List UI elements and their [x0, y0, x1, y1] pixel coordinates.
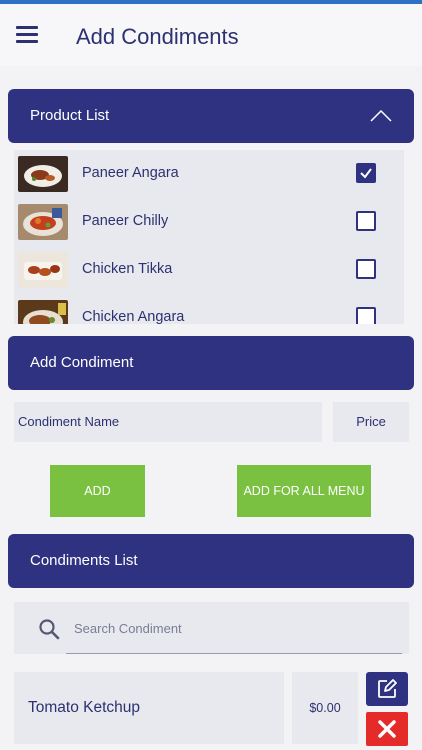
chevron-up-icon[interactable]: [370, 110, 392, 122]
close-icon: [378, 720, 396, 738]
search-icon: [39, 619, 60, 640]
product-name: Paneer Chilly: [82, 213, 169, 229]
condiment-name-input[interactable]: Condiment Name: [14, 402, 322, 442]
search-bar[interactable]: Search Condiment: [14, 602, 409, 654]
product-row[interactable]: Chicken Angara: [14, 294, 404, 324]
product-checkbox[interactable]: [356, 163, 376, 183]
condiment-name: Tomato Ketchup: [14, 672, 284, 744]
product-row[interactable]: Chicken Tikka: [14, 246, 404, 294]
checkmark-icon: [360, 168, 372, 179]
product-name: Chicken Tikka: [82, 261, 173, 277]
condiment-name-placeholder: Condiment Name: [18, 414, 120, 429]
search-input[interactable]: Search Condiment: [74, 621, 182, 636]
product-checkbox[interactable]: [356, 259, 376, 279]
search-underline: [66, 653, 402, 654]
add-button[interactable]: ADD: [50, 465, 145, 517]
page-title: Add Condiments: [76, 24, 239, 49]
product-thumbnail: [18, 252, 68, 288]
condiment-price: $0.00: [292, 672, 358, 744]
edit-button[interactable]: [366, 672, 408, 706]
product-list[interactable]: Paneer Angara Paneer Chilly Chicken Tikk…: [14, 150, 404, 324]
product-checkbox[interactable]: [356, 307, 376, 324]
product-checkbox[interactable]: [356, 211, 376, 231]
edit-icon: [378, 679, 397, 698]
product-row[interactable]: Paneer Chilly: [14, 198, 404, 246]
product-row[interactable]: Paneer Angara: [14, 150, 404, 198]
condiments-list-header: Condiments List: [8, 534, 414, 588]
delete-button[interactable]: [366, 712, 408, 746]
product-name: Chicken Angara: [82, 309, 185, 324]
product-thumbnail: [18, 204, 68, 240]
product-list-label: Product List: [30, 107, 110, 124]
condiments-list-label: Condiments List: [30, 552, 138, 569]
product-thumbnail: [18, 156, 68, 192]
product-name: Paneer Angara: [82, 165, 179, 181]
app-bar: Add Condiments: [0, 4, 422, 66]
price-placeholder: Price: [356, 414, 386, 429]
price-input[interactable]: Price: [333, 402, 409, 442]
hamburger-menu-icon[interactable]: [16, 26, 38, 44]
product-list-header[interactable]: Product List: [8, 89, 414, 143]
product-thumbnail: [18, 300, 68, 324]
add-condiment-header: Add Condiment: [8, 336, 414, 390]
add-condiment-label: Add Condiment: [30, 354, 134, 371]
add-for-all-menu-button[interactable]: ADD FOR ALL MENU: [237, 465, 371, 517]
